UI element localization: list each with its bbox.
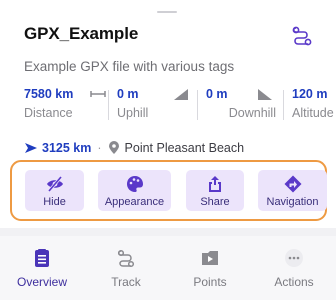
navigation-button[interactable]: Navigation [258, 170, 327, 211]
tab-label: Points [193, 275, 227, 289]
stats-row: 7580 km Distance 0 m Uphill 0 m Downhill… [0, 87, 336, 129]
section-divider [0, 228, 336, 236]
place-name: Point Pleasant Beach [124, 141, 245, 155]
share-button[interactable]: Share [186, 170, 244, 211]
downhill-icon [258, 89, 272, 100]
stat-label: Altitude [292, 106, 334, 120]
stat-label: Downhill [228, 106, 276, 120]
distance-to-track: 3125 km [42, 141, 92, 155]
tab-track[interactable]: Track [84, 236, 168, 300]
share-label: Share [200, 196, 230, 208]
overview-icon [35, 249, 49, 267]
stat-distance: 7580 km Distance [24, 87, 108, 129]
uphill-icon [174, 89, 188, 100]
track-title: GPX_Example [24, 24, 139, 43]
appearance-button[interactable]: Appearance [98, 170, 171, 211]
stat-value: 0 m [117, 87, 139, 101]
palette-icon [126, 176, 143, 192]
appearance-label: Appearance [104, 196, 165, 208]
stat-label: Uphill [117, 106, 149, 120]
hide-label: Hide [43, 196, 66, 208]
stat-divider [197, 90, 198, 120]
share-icon [209, 176, 221, 192]
stat-value: 0 m [206, 87, 228, 101]
location-row[interactable]: 3125 km · Point Pleasant Beach [24, 140, 244, 156]
quick-actions-group: Hide Appearance Share Navigation [10, 160, 327, 221]
track-icon [117, 249, 135, 268]
tab-label: Actions [274, 275, 314, 289]
route-icon[interactable] [290, 24, 314, 48]
tab-points[interactable]: Points [168, 236, 252, 300]
more-icon [285, 249, 303, 267]
direction-arrow-icon [25, 143, 37, 153]
stat-uphill: 0 m Uphill [117, 87, 189, 129]
points-icon [202, 251, 218, 265]
stat-label: Distance [24, 106, 73, 120]
tab-label: Overview [16, 275, 67, 289]
navigation-icon [284, 175, 301, 193]
separator-dot: · [97, 141, 102, 155]
stat-value: 120 m [292, 87, 328, 101]
navigation-label: Navigation [266, 196, 319, 208]
track-description: Example GPX file with various tags [24, 59, 235, 74]
tab-overview[interactable]: Overview [0, 236, 84, 300]
sheet-grabber[interactable] [157, 11, 177, 13]
tab-actions[interactable]: Actions [252, 236, 336, 300]
stat-value: 7580 km [24, 87, 74, 101]
stat-altitude: 120 m Altitude [292, 87, 336, 129]
location-pin-icon [108, 141, 119, 154]
distance-icon [90, 91, 106, 97]
bottom-tab-bar: Overview Track Points Actions [0, 236, 336, 300]
stat-divider [108, 90, 109, 120]
eye-slash-icon [46, 176, 63, 192]
hide-button[interactable]: Hide [25, 170, 84, 211]
tab-label: Track [111, 275, 141, 289]
stat-divider [283, 90, 284, 120]
stat-downhill: 0 m Downhill [206, 87, 276, 129]
